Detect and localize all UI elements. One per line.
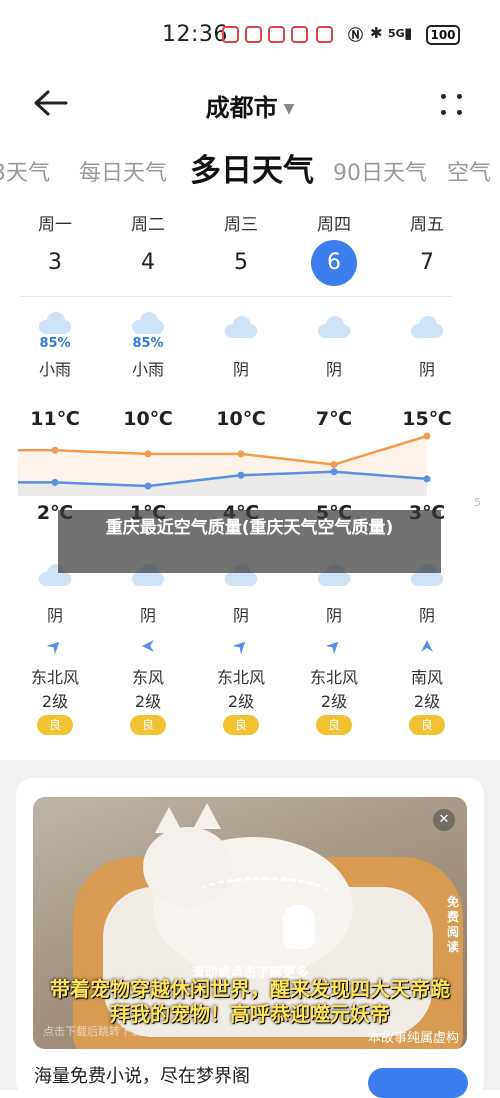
ad-title[interactable]: 海量免费小说，尽在梦界阁 <box>34 1062 250 1088</box>
wind-level: 2级 <box>320 692 348 711</box>
temperature-chart <box>18 432 431 496</box>
wind-direction: 东北风 <box>30 668 79 687</box>
tab-90day[interactable]: 90日天气 <box>333 155 427 187</box>
divider <box>20 296 452 297</box>
wind-direction-icon <box>326 641 339 654</box>
wind-direction-icon <box>142 640 154 652</box>
wind-direction: 东风 <box>131 668 164 687</box>
weekday-label: 周二 <box>131 215 165 235</box>
day-condition: 小雨 <box>131 360 164 379</box>
cloudy-icon <box>316 316 352 338</box>
rain-cloud-icon <box>37 312 73 334</box>
night-condition: 阴 <box>46 606 63 625</box>
wind-direction: 东北风 <box>216 668 265 687</box>
hand-pointer-icon <box>283 905 315 949</box>
cloudy-icon <box>223 316 259 338</box>
notification-icon <box>245 26 262 43</box>
low-temp-point <box>51 478 59 486</box>
notification-icon <box>316 26 333 43</box>
aqi-badge: 良 <box>37 715 73 735</box>
chevron-down-icon: ▼ <box>283 101 295 117</box>
wind-direction-icon <box>421 640 433 652</box>
weekday-label: 周四 <box>317 215 351 235</box>
rain-cloud-icon <box>130 312 166 334</box>
notification-icon <box>222 26 239 43</box>
wind-level: 2级 <box>134 692 162 711</box>
high-temp-point <box>237 450 245 458</box>
tab-air[interactable]: 空气 <box>447 155 491 187</box>
status-time: 12:36 <box>162 22 228 47</box>
day-date[interactable]: 4 <box>108 248 188 278</box>
bluetooth-icon: ✱ <box>370 24 383 42</box>
night-condition: 阴 <box>418 606 435 625</box>
high-temp-point <box>423 432 431 440</box>
high-temp-point <box>144 450 152 458</box>
low-temp-point <box>330 468 338 476</box>
wind-direction-icon <box>233 641 246 654</box>
aqi-badge: 良 <box>130 715 166 735</box>
tab-3day[interactable]: 3天气 <box>0 155 50 187</box>
battery-icon: 100 <box>426 25 460 45</box>
cat-ear-graphic <box>193 803 221 829</box>
notification-icon <box>268 26 285 43</box>
ad-disclaimer: 本故事纯属虚构 <box>367 1031 459 1046</box>
day-date-selected[interactable]: 6 <box>294 240 374 286</box>
high-temp-point <box>330 461 338 469</box>
ad-action-button[interactable] <box>368 1068 468 1098</box>
side-mark: 5 <box>474 496 481 509</box>
wind-level: 2级 <box>413 692 441 711</box>
free-read-label[interactable]: 免费阅读 <box>443 895 463 955</box>
city-selector[interactable]: 成都市 ▼ <box>0 88 500 123</box>
low-temp-point <box>144 482 152 490</box>
wind-level: 2级 <box>41 692 69 711</box>
high-temp: 7℃ <box>315 408 353 430</box>
high-temp: 10℃ <box>123 408 173 430</box>
notification-icon <box>291 26 308 43</box>
tab-daily[interactable]: 每日天气 <box>79 155 167 187</box>
high-temp: 11℃ <box>30 408 80 430</box>
low-temp-point <box>423 475 431 483</box>
day-date[interactable]: 3 <box>15 248 95 278</box>
day-date[interactable]: 7 <box>387 248 467 278</box>
nfc-icon: Ⓝ <box>348 26 364 44</box>
night-condition: 阴 <box>325 606 342 625</box>
ad-headline: 带着宠物穿越休闲世界，醒来发现四大天帝跪拜我的宠物！高呼恭迎噬元妖帝 <box>50 977 450 1026</box>
close-icon[interactable]: ✕ <box>433 809 455 831</box>
weekday-label: 周五 <box>410 215 444 235</box>
day-condition: 阴 <box>325 360 342 379</box>
precip-chance: 85% <box>39 336 71 351</box>
day-condition: 小雨 <box>38 360 71 379</box>
day-date[interactable]: 5 <box>201 248 281 278</box>
high-temp: 15℃ <box>402 408 452 430</box>
low-temp-point <box>237 471 245 479</box>
day-condition: 阴 <box>232 360 249 379</box>
aqi-badge: 良 <box>223 715 259 735</box>
precip-chance: 85% <box>132 336 164 351</box>
ad-image[interactable]: ✕ 免费阅读 滑动或点击了解更多 带着宠物穿越休闲世界，醒来发现四大天帝跪拜我的… <box>33 797 467 1049</box>
cat-ear-graphic <box>155 807 183 833</box>
night-condition: 阴 <box>232 606 249 625</box>
high-temp-point <box>51 446 59 454</box>
high-temp: 10℃ <box>216 408 266 430</box>
night-condition: 阴 <box>139 606 156 625</box>
cloudy-icon <box>409 316 445 338</box>
wind-direction: 东北风 <box>309 668 358 687</box>
wind-direction: 南风 <box>410 668 443 687</box>
more-options-icon[interactable] <box>438 90 468 120</box>
aqi-badge: 良 <box>409 715 445 735</box>
ad-download-note: 点击下载后跳转下载页 <box>43 1025 153 1038</box>
city-name: 成都市 <box>205 94 278 122</box>
wind-direction-icon <box>47 641 60 654</box>
weekday-label: 周一 <box>38 215 72 235</box>
tab-bar: 3天气 每日天气 多日天气 90日天气 空气 <box>0 143 500 193</box>
tab-multi-day[interactable]: 多日天气 <box>190 145 314 190</box>
signal-icon: ▮ <box>404 24 413 42</box>
overlay-caption: 重庆最近空气质量(重庆天气空气质量) <box>58 510 441 573</box>
aqi-badge: 良 <box>316 715 352 735</box>
network-type: 5G <box>388 27 405 40</box>
status-bar: 12:36 Ⓝ ✱ 5G ▮ 100 <box>0 0 500 70</box>
weekday-label: 周三 <box>224 215 258 235</box>
day-condition: 阴 <box>418 360 435 379</box>
wind-level: 2级 <box>227 692 255 711</box>
